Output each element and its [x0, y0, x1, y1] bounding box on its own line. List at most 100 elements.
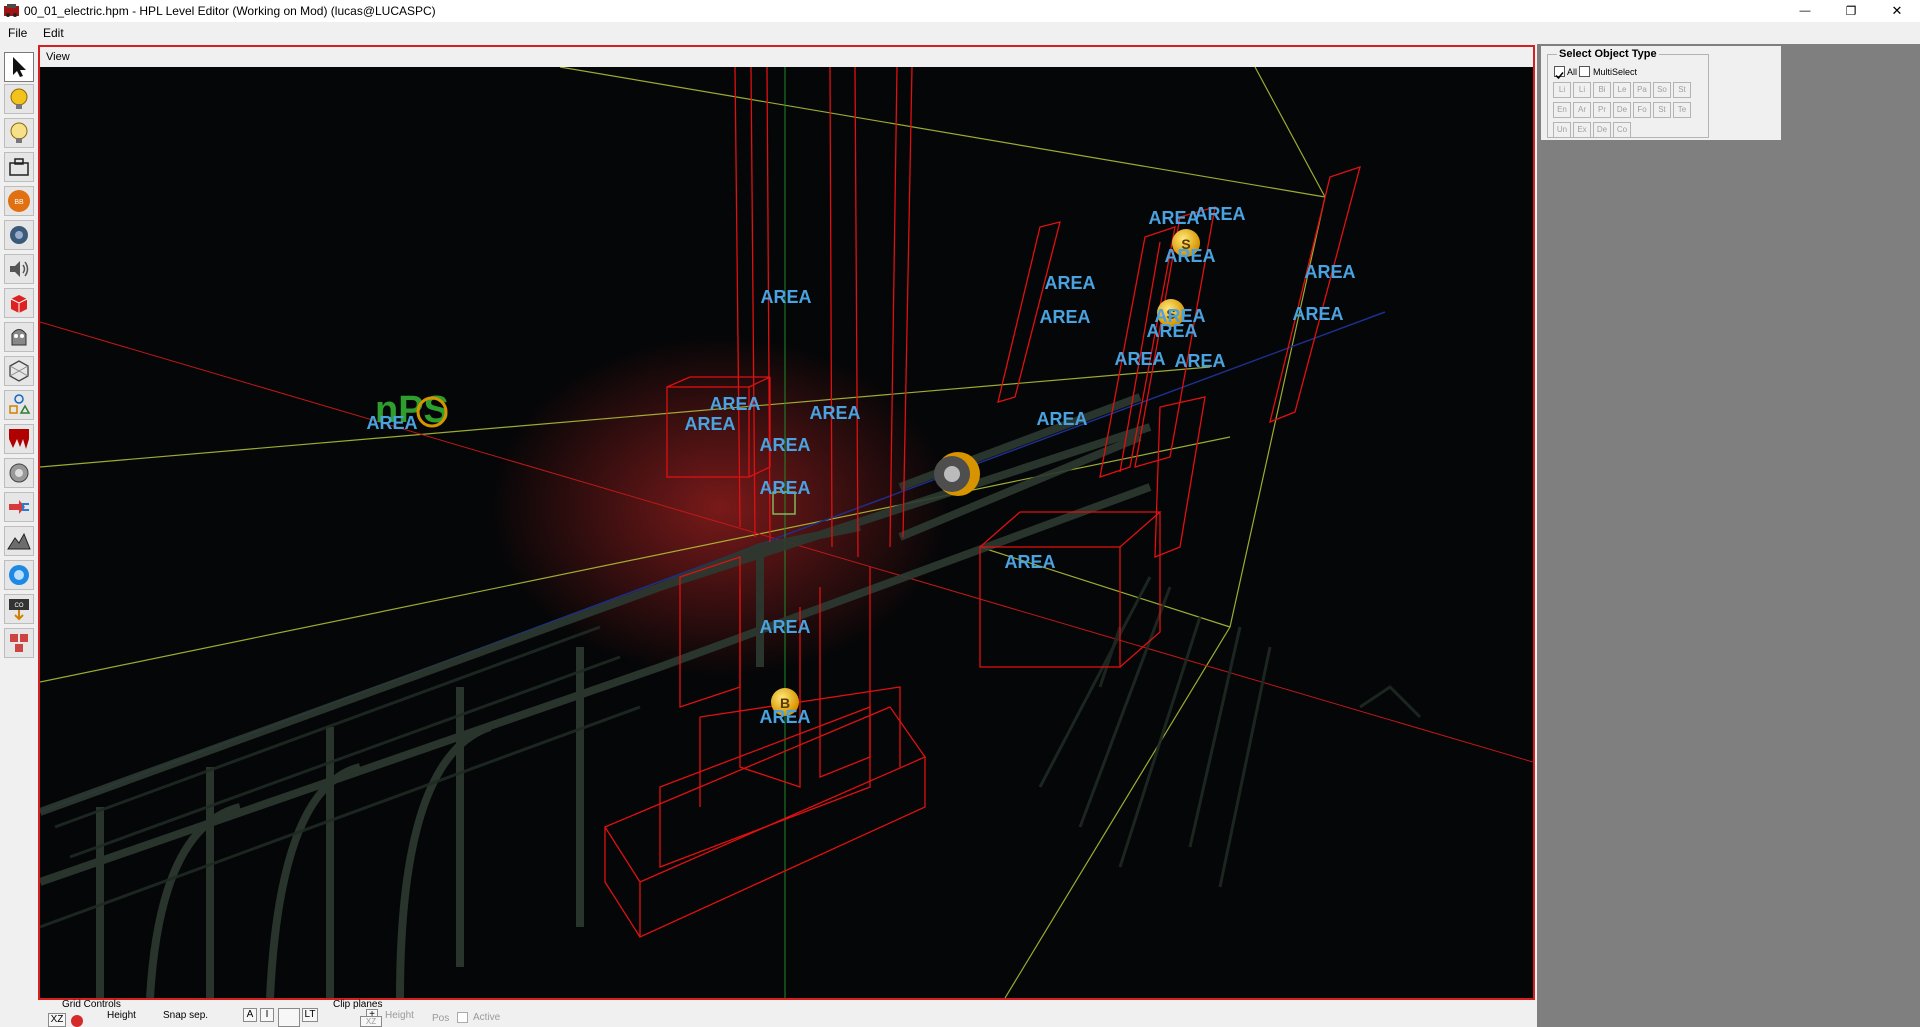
all-checkbox-label: All: [1567, 67, 1578, 77]
layout-button[interactable]: [278, 1008, 300, 1027]
type-filter-button[interactable]: Pr: [1593, 102, 1611, 118]
menu-bar: File Edit: [0, 22, 1920, 44]
area-label: AREA: [1174, 351, 1225, 371]
tool-combo[interactable]: CO: [4, 594, 34, 624]
tool-primitive[interactable]: [4, 356, 34, 386]
tool-decal[interactable]: [4, 424, 34, 454]
multiselect-label: MultiSelect: [1593, 67, 1638, 77]
type-filter-button[interactable]: Bi: [1593, 82, 1611, 98]
area-label: AREA: [1146, 321, 1197, 341]
tool-entity[interactable]: [4, 288, 34, 318]
type-filter-button[interactable]: So: [1653, 82, 1671, 98]
terrain-tool-icon: [7, 532, 31, 550]
tool-group[interactable]: [4, 628, 34, 658]
type-filter-button[interactable]: Ex: [1573, 122, 1591, 138]
type-filter-button[interactable]: En: [1553, 102, 1571, 118]
tool-particle[interactable]: [4, 220, 34, 250]
grid-plane-xz-button[interactable]: XZ: [48, 1013, 66, 1027]
area-label: AREA: [1304, 262, 1355, 282]
tool-combine[interactable]: [4, 492, 34, 522]
tool-palette: BB CO: [0, 44, 38, 984]
tool-skybox[interactable]: [4, 560, 34, 590]
type-filter-button[interactable]: De: [1613, 102, 1631, 118]
tool-area[interactable]: [4, 322, 34, 352]
area-label: AREA: [684, 414, 735, 434]
menu-file[interactable]: File: [8, 26, 27, 40]
shapes-tool-icon: [9, 394, 31, 414]
properties-panel: Select Object Type All MultiSelect Li Li…: [1537, 44, 1920, 1027]
area-tool-icon: [11, 329, 27, 346]
type-filter-button[interactable]: Li: [1573, 82, 1591, 98]
primitive-tool-icon: [9, 360, 29, 382]
area-label: AREA: [1044, 273, 1095, 293]
clip-plane-xz-button[interactable]: XZ: [360, 1016, 382, 1027]
snap-i-button[interactable]: I: [260, 1008, 274, 1022]
type-filter-button[interactable]: Pa: [1633, 82, 1651, 98]
grid-controls-label: Grid Controls: [62, 999, 121, 1010]
type-filter-button[interactable]: St: [1653, 102, 1671, 118]
tool-static-object[interactable]: [4, 152, 34, 182]
tool-shapes[interactable]: [4, 390, 34, 420]
type-filter-button[interactable]: Li: [1553, 82, 1571, 98]
area-label: AREA: [809, 403, 860, 423]
type-filter-button[interactable]: Fo: [1633, 102, 1651, 118]
multiselect-checkbox[interactable]: [1579, 66, 1590, 77]
svg-text:CO: CO: [15, 603, 24, 609]
clip-active-checkbox[interactable]: [457, 1012, 468, 1023]
clip-active-label: Active: [473, 1012, 501, 1023]
sound-tool-icon: [10, 261, 29, 277]
3d-scene-view[interactable]: S S B nPS AREA AREA AREA AREA AREA AREA …: [40, 67, 1533, 998]
tool-light[interactable]: [4, 84, 34, 114]
all-checkbox[interactable]: [1554, 66, 1565, 80]
checkmark-icon: [1555, 72, 1564, 80]
app-icon: [4, 4, 19, 17]
area-label: AREA: [760, 287, 811, 307]
area-label: AREA: [1194, 204, 1245, 224]
area-label: AREA: [1164, 246, 1215, 266]
area-label: AREA: [1004, 552, 1055, 572]
type-filter-button[interactable]: Le: [1613, 82, 1631, 98]
window-title: 00_01_electric.hpm - HPL Level Editor (W…: [24, 4, 436, 18]
close-button[interactable]: ✕: [1874, 0, 1920, 22]
tool-fog[interactable]: [4, 458, 34, 488]
skybox-tool-icon: [9, 565, 29, 585]
area-label: AREA: [709, 394, 760, 414]
restore-icon: ❐: [1845, 4, 1857, 18]
area-label: AREA: [759, 435, 810, 455]
area-label: AREA: [759, 707, 810, 727]
entity-tool-icon: [10, 295, 28, 313]
spotlight-tool-icon: [10, 122, 28, 143]
grid-height-label: Height: [107, 1010, 136, 1021]
static-object-tool-icon: [9, 158, 29, 176]
type-filter-button[interactable]: Un: [1553, 122, 1571, 138]
tool-sound[interactable]: [4, 254, 34, 284]
viewport-frame[interactable]: View S S B nPS AREA AREA AREA AREA AREA …: [38, 45, 1535, 1000]
tool-select[interactable]: [4, 52, 34, 82]
type-filter-button[interactable]: Te: [1673, 102, 1691, 118]
area-label: AREA: [1114, 349, 1165, 369]
minimize-button[interactable]: —: [1782, 0, 1828, 22]
area-label: AREA: [1148, 208, 1199, 228]
tool-billboard[interactable]: BB: [4, 186, 34, 216]
area-label: AREA: [759, 617, 810, 637]
area-label: AREA: [1039, 307, 1090, 327]
type-filter-button[interactable]: St: [1673, 82, 1691, 98]
clip-pos-label: Pos: [432, 1013, 450, 1024]
maximize-button[interactable]: ❐: [1828, 0, 1874, 22]
snap-a-button[interactable]: A: [243, 1008, 257, 1022]
select-object-type-panel: Select Object Type All MultiSelect Li Li…: [1541, 46, 1781, 140]
clip-height-label: Height: [385, 1010, 414, 1021]
grid-color-icon: [71, 1015, 83, 1027]
tool-terrain[interactable]: [4, 526, 34, 556]
snap-lt-button[interactable]: LT: [302, 1008, 318, 1022]
decal-tool-icon: [9, 429, 29, 449]
select-object-type-title: Select Object Type: [1557, 48, 1659, 60]
minimize-icon: —: [1799, 5, 1811, 17]
group-tool-icon: [10, 634, 28, 652]
select-tool-icon: [13, 57, 26, 77]
type-filter-button[interactable]: De: [1593, 122, 1611, 138]
type-filter-button[interactable]: Ar: [1573, 102, 1591, 118]
tool-spotlight[interactable]: [4, 118, 34, 148]
type-filter-button[interactable]: Co: [1613, 122, 1631, 138]
menu-edit[interactable]: Edit: [43, 26, 64, 40]
